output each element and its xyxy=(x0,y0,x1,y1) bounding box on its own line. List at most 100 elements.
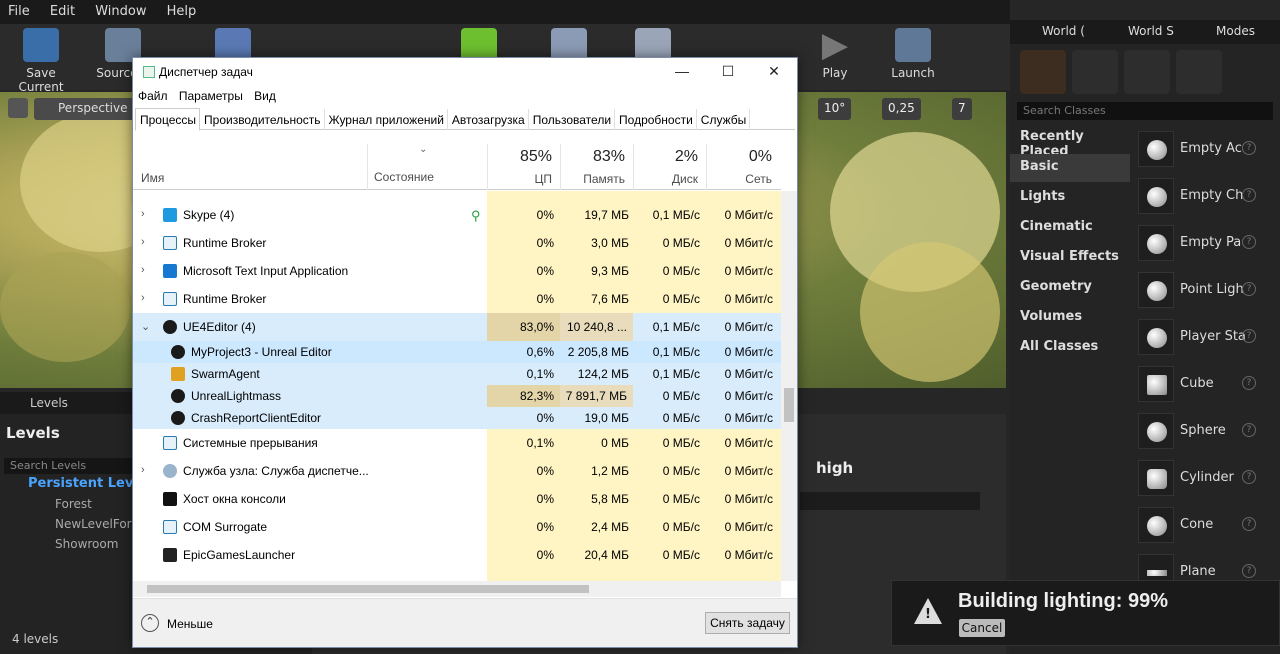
table-row[interactable]: COM Surrogate 0% 2,4 МБ 0 МБ/с 0 Мбит/с xyxy=(133,513,781,541)
column-cpu[interactable]: 85% ЦП xyxy=(487,144,560,190)
maximize-button[interactable]: ☐ xyxy=(705,58,751,86)
tm-menubar: Файл Параметры Вид xyxy=(133,87,279,107)
category-visual-effects[interactable]: Visual Effects xyxy=(1010,244,1130,272)
column-network[interactable]: 0% Сеть xyxy=(706,144,780,190)
table-row[interactable]: Системные прерывания 0,1% 0 МБ 0 МБ/с 0 … xyxy=(133,429,781,457)
tab-world-settings[interactable]: World S xyxy=(1128,24,1174,38)
table-row-child[interactable]: MyProject3 - Unreal Editor 0,6% 2 205,8 … xyxy=(133,341,781,363)
lower-search-input[interactable] xyxy=(800,492,980,510)
table-row-child[interactable]: CrashReportClientEditor 0% 19,0 МБ 0 МБ/… xyxy=(133,407,781,429)
place-item-cylinder[interactable]: Cylinder? xyxy=(1134,456,1274,502)
menu-options[interactable]: Параметры xyxy=(174,87,246,103)
help-icon: ? xyxy=(1242,282,1256,296)
perspective-button[interactable]: Perspective xyxy=(34,98,136,120)
play-button[interactable]: ▶ Play xyxy=(796,26,874,86)
launch-button[interactable]: Launch xyxy=(874,26,952,86)
task-manager-titlebar[interactable]: Диспетчер задач — ☐ ✕ xyxy=(133,58,797,86)
table-row[interactable]: Хост окна консоли 0% 5,8 МБ 0 МБ/с 0 Мби… xyxy=(133,485,781,513)
category-geometry[interactable]: Geometry xyxy=(1010,274,1130,302)
level-item[interactable]: Showroom xyxy=(55,537,118,551)
rotation-snap-chip[interactable]: 10° xyxy=(818,98,852,120)
tab-users[interactable]: Пользователи xyxy=(529,109,616,130)
level-item[interactable]: Forest xyxy=(55,497,92,511)
paint-mode-icon[interactable] xyxy=(1072,50,1118,94)
tab-modes[interactable]: Modes xyxy=(1216,24,1255,38)
memory-label: Память xyxy=(583,172,625,186)
menu-help[interactable]: Help xyxy=(159,0,205,23)
table-row-group[interactable]: ⌄ UE4Editor (4) 83,0% 10 240,8 ... 0,1 М… xyxy=(133,313,781,341)
warning-icon-mark: ! xyxy=(925,607,931,622)
column-memory[interactable]: 83% Память xyxy=(560,144,633,190)
process-table: › Skype (4) ⚲ 0% 19,7 МБ 0,1 МБ/с 0 Мбит… xyxy=(133,191,781,581)
expand-icon: › xyxy=(141,264,145,276)
tab-world-outliner[interactable]: World ( xyxy=(1042,24,1085,38)
table-row-child[interactable]: SwarmAgent 0,1% 124,2 МБ 0,1 МБ/с 0 Мбит… xyxy=(133,363,781,385)
launch-label: Launch xyxy=(891,66,935,80)
category-basic[interactable]: Basic xyxy=(1010,154,1130,182)
table-row[interactable]: › Skype (4) ⚲ 0% 19,7 МБ 0,1 МБ/с 0 Мбит… xyxy=(133,201,781,229)
tab-details[interactable]: Подробности xyxy=(615,109,697,130)
suspended-leaf-icon: ⚲ xyxy=(471,208,481,223)
vertical-scrollbar[interactable] xyxy=(781,191,797,581)
landscape-mode-icon[interactable] xyxy=(1124,50,1170,94)
persistent-level-item[interactable]: Persistent Leve xyxy=(28,476,142,491)
menu-file[interactable]: Файл xyxy=(133,87,171,103)
tab-processes[interactable]: Процессы xyxy=(135,108,201,131)
place-item-player-start[interactable]: Player Sta? xyxy=(1134,315,1274,361)
place-item-empty-pawn[interactable]: Empty Pa? xyxy=(1134,221,1274,267)
level-item[interactable]: NewLevelFore xyxy=(55,517,139,531)
scale-snap-chip[interactable]: 0,25 xyxy=(882,98,921,120)
tab-startup[interactable]: Автозагрузка xyxy=(448,109,529,130)
tab-app-history[interactable]: Журнал приложений xyxy=(325,109,448,130)
place-item-sphere[interactable]: Sphere? xyxy=(1134,409,1274,455)
skype-icon xyxy=(163,208,177,222)
category-all-classes[interactable]: All Classes xyxy=(1010,334,1130,362)
viewport-options-button[interactable] xyxy=(8,98,28,118)
menu-file[interactable]: File xyxy=(0,0,38,23)
column-status[interactable]: Состояние xyxy=(374,170,479,184)
close-button[interactable]: ✕ xyxy=(751,58,797,86)
menu-view[interactable]: Вид xyxy=(249,87,279,103)
table-row[interactable]: › Runtime Broker 0% 7,6 МБ 0 МБ/с 0 Мбит… xyxy=(133,285,781,313)
disk-total: 2% xyxy=(674,148,698,165)
table-row[interactable]: › Служба узла: Служба диспетче... 0% 1,2… xyxy=(133,457,781,485)
column-name[interactable]: Имя xyxy=(141,171,164,185)
menu-edit[interactable]: Edit xyxy=(42,0,83,23)
category-cinematic[interactable]: Cinematic xyxy=(1010,214,1130,242)
minimize-button[interactable]: — xyxy=(659,58,705,86)
column-disk[interactable]: 2% Диск xyxy=(633,144,706,190)
levels-title[interactable]: Levels xyxy=(6,424,60,442)
network-label: Сеть xyxy=(745,172,772,186)
horizontal-scrollbar-thumb[interactable] xyxy=(147,585,589,593)
place-item-cone[interactable]: Cone? xyxy=(1134,503,1274,549)
process-table-header: Имя ⌄ Состояние 85% ЦП 83% Память 2% Дис… xyxy=(133,144,781,190)
table-row-child[interactable]: UnrealLightmass 82,3% 7 891,7 МБ 0 МБ/с … xyxy=(133,385,781,407)
chevron-up-icon[interactable]: ⌃ xyxy=(141,614,159,632)
search-classes-input[interactable]: Search Classes xyxy=(1017,102,1273,120)
process-icon xyxy=(163,236,177,250)
place-item-cube[interactable]: Cube? xyxy=(1134,362,1274,408)
end-task-button[interactable]: Снять задачу xyxy=(705,612,790,634)
window-title: Диспетчер задач xyxy=(159,65,253,79)
category-lights[interactable]: Lights xyxy=(1010,184,1130,212)
place-item-empty-character[interactable]: Empty Ch? xyxy=(1134,174,1274,220)
category-recently-placed[interactable]: Recently Placed xyxy=(1010,124,1130,159)
camera-speed-chip[interactable]: 7 xyxy=(952,98,972,120)
unreal-icon xyxy=(171,345,185,359)
place-item-empty-actor[interactable]: Empty Ac? xyxy=(1134,127,1274,173)
foliage-mode-icon[interactable] xyxy=(1176,50,1222,94)
save-current-button[interactable]: Save Current xyxy=(2,26,80,94)
table-row[interactable]: EpicGamesLauncher 0% 20,4 МБ 0 МБ/с 0 Мб… xyxy=(133,541,781,569)
place-mode-icon[interactable] xyxy=(1020,50,1066,94)
tab-performance[interactable]: Производительность xyxy=(200,109,325,130)
vertical-scrollbar-thumb[interactable] xyxy=(784,388,794,422)
category-volumes[interactable]: Volumes xyxy=(1010,304,1130,332)
menu-window[interactable]: Window xyxy=(87,0,154,23)
column-status-wrap: Состояние xyxy=(367,144,487,190)
fewer-details-link[interactable]: Меньше xyxy=(167,617,213,631)
place-item-point-light[interactable]: Point Ligh? xyxy=(1134,268,1274,314)
tab-services[interactable]: Службы xyxy=(697,109,751,130)
table-row[interactable]: › Runtime Broker 0% 3,0 МБ 0 МБ/с 0 Мбит… xyxy=(133,229,781,257)
table-row[interactable]: › Microsoft Text Input Application 0% 9,… xyxy=(133,257,781,285)
cancel-build-button[interactable]: Cancel xyxy=(959,619,1005,637)
